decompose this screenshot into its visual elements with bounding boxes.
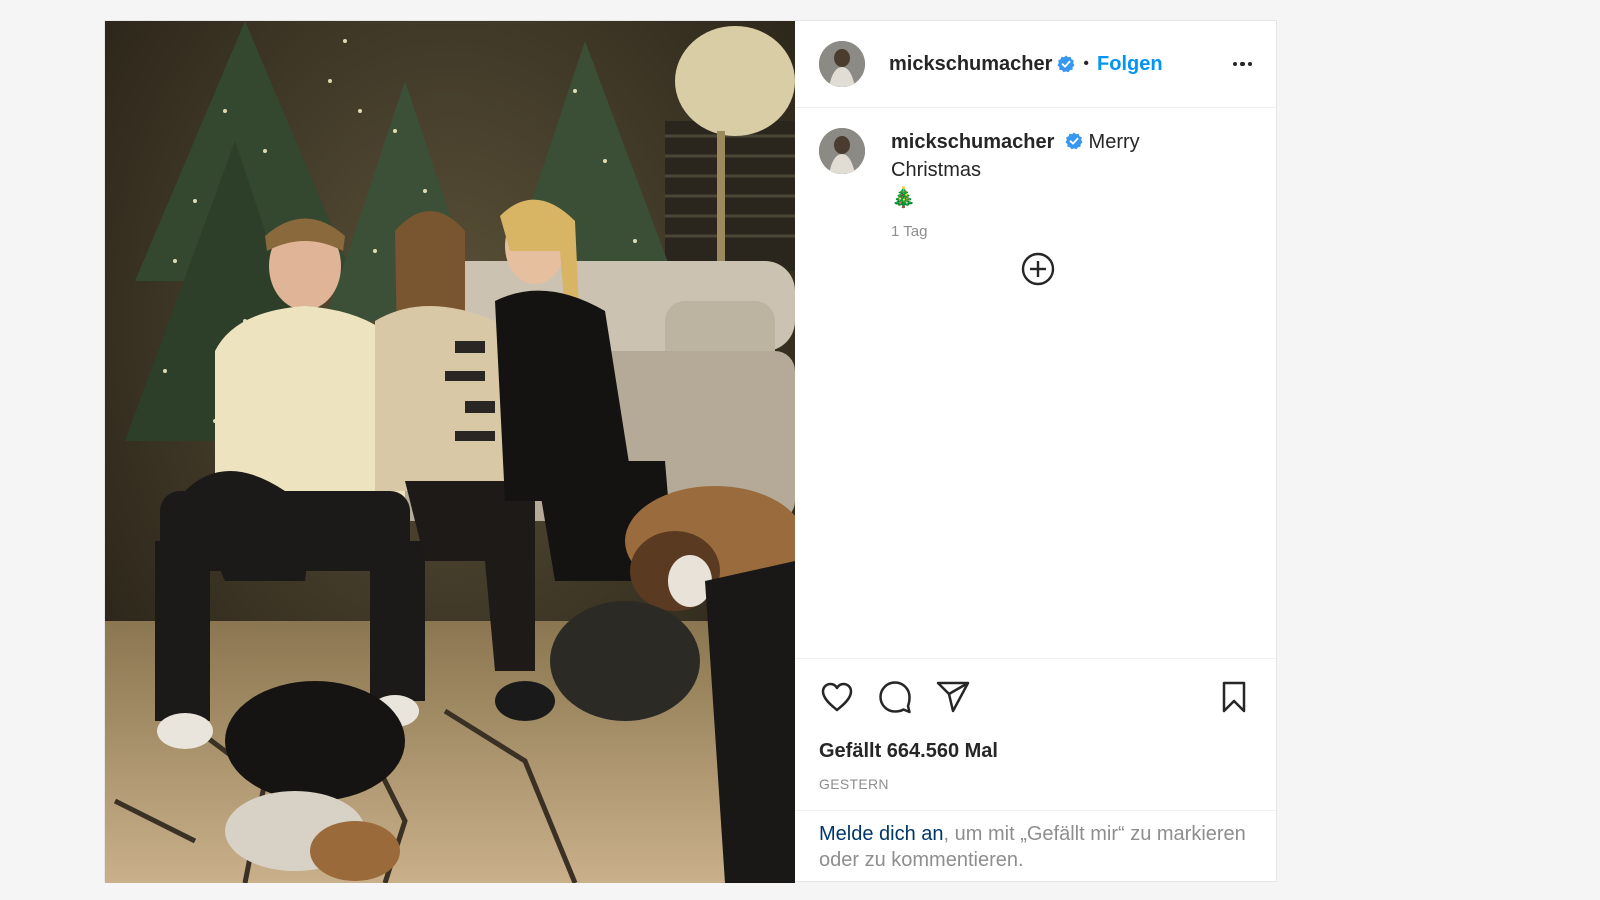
- comment-bubble-icon[interactable]: [877, 679, 913, 715]
- heart-icon[interactable]: [819, 679, 855, 715]
- instagram-post: mickschumacher • Folgen mickschumacher M…: [104, 20, 1277, 883]
- login-prompt: Melde dich an, um mit „Gefällt mir“ zu m…: [795, 810, 1276, 881]
- family-christmas-photo: [105, 21, 795, 883]
- verified-badge-icon: [1065, 130, 1083, 150]
- more-options-icon[interactable]: [1232, 61, 1252, 67]
- follow-button[interactable]: Folgen: [1097, 53, 1163, 76]
- caption-body: mickschumacher Merry Christmas 🎄 1 Tag: [891, 128, 1231, 246]
- username[interactable]: mickschumacher: [889, 53, 1052, 76]
- login-link[interactable]: Melde dich an: [819, 823, 944, 845]
- load-more-comments-icon[interactable]: [1020, 251, 1056, 287]
- verified-badge-icon: [1057, 55, 1075, 73]
- caption-username[interactable]: mickschumacher: [891, 131, 1054, 153]
- profile-picture: [819, 41, 865, 87]
- profile-picture: [819, 128, 865, 174]
- action-bar: [795, 658, 1276, 734]
- christmas-tree-emoji: 🎄: [891, 187, 916, 209]
- avatar[interactable]: [819, 41, 865, 87]
- post-photo[interactable]: [105, 21, 795, 883]
- like-count[interactable]: Gefällt 664.560 Mal: [795, 734, 1276, 770]
- bookmark-icon[interactable]: [1216, 679, 1252, 715]
- post-sidebar: mickschumacher • Folgen mickschumacher M…: [795, 21, 1276, 881]
- separator-dot: •: [1083, 55, 1090, 72]
- caption-avatar[interactable]: [819, 128, 865, 174]
- caption-time[interactable]: 1 Tag: [891, 218, 1231, 246]
- post-header: mickschumacher • Folgen: [795, 21, 1276, 108]
- caption: mickschumacher Merry Christmas 🎄 1 Tag: [795, 108, 1276, 246]
- paper-plane-icon[interactable]: [935, 679, 971, 715]
- post-date[interactable]: GESTERN: [795, 770, 1276, 810]
- comments-section: mickschumacher Merry Christmas 🎄 1 Tag: [795, 108, 1276, 658]
